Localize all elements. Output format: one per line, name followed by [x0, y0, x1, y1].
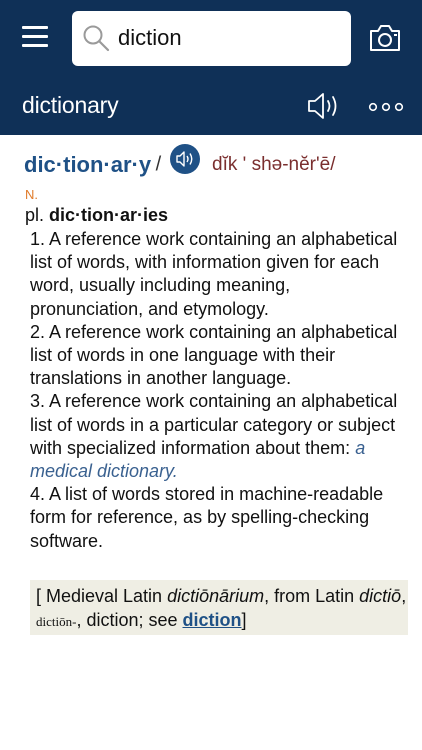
- plural-line: pl. dic·tion·ar·ies: [25, 205, 168, 226]
- sense: 3. A reference work containing an alphab…: [30, 390, 400, 483]
- menu-icon[interactable]: [22, 26, 48, 48]
- etymology-text: , from Latin: [264, 586, 360, 606]
- top-bar: [0, 0, 422, 77]
- senses-list: 1. A reference work containing an alphab…: [30, 228, 400, 553]
- sense-text: 2. A reference work containing an alphab…: [30, 321, 398, 389]
- etymology-text: ,: [401, 586, 407, 606]
- audio-icon[interactable]: [169, 144, 200, 174]
- search-box[interactable]: [72, 11, 351, 66]
- more-icon[interactable]: [368, 101, 404, 113]
- etymology-box: [ Medieval Latin dictiōnārium, from Lati…: [30, 580, 408, 635]
- sense: 2. A reference work containing an alphab…: [30, 321, 400, 391]
- etymology-text: ]: [241, 609, 247, 630]
- speaker-icon[interactable]: [306, 91, 344, 121]
- sense: 1. A reference work containing an alphab…: [30, 228, 400, 321]
- etymology-text: [ Medieval Latin: [36, 586, 168, 606]
- etymology-text: , diction; see: [76, 609, 183, 630]
- plural-form: dic·tion·ar·ies: [49, 205, 169, 225]
- sense-text: 1. A reference work containing an alphab…: [30, 229, 398, 319]
- search-icon: [83, 25, 110, 52]
- page-title: dictionary: [22, 92, 119, 118]
- etymology-stem: dictiōn-: [36, 613, 77, 629]
- part-of-speech: N.: [25, 187, 38, 202]
- etymology-word: dictiōnārium: [167, 586, 265, 606]
- sense: 4. A list of words stored in machine-rea…: [30, 483, 400, 553]
- search-input[interactable]: [118, 21, 338, 55]
- sense-text: 3. A reference work containing an alphab…: [30, 391, 398, 458]
- pronunciation: dĭk ' shə-nĕr'ē/: [212, 154, 336, 175]
- title-bar: dictionary: [0, 77, 422, 135]
- etymology-word: dictiō: [359, 586, 402, 606]
- camera-icon[interactable]: [368, 22, 402, 54]
- plural-label: pl.: [25, 205, 45, 225]
- headword-line: dic·tion·ar·y / dĭk ' shə-nĕr'ē/: [24, 144, 336, 184]
- sense-text: 4. A list of words stored in machine-rea…: [30, 484, 384, 551]
- pronunciation-slash: /: [155, 153, 162, 176]
- cross-reference-link[interactable]: diction: [183, 610, 242, 630]
- headword: dic·tion·ar·y: [24, 152, 152, 177]
